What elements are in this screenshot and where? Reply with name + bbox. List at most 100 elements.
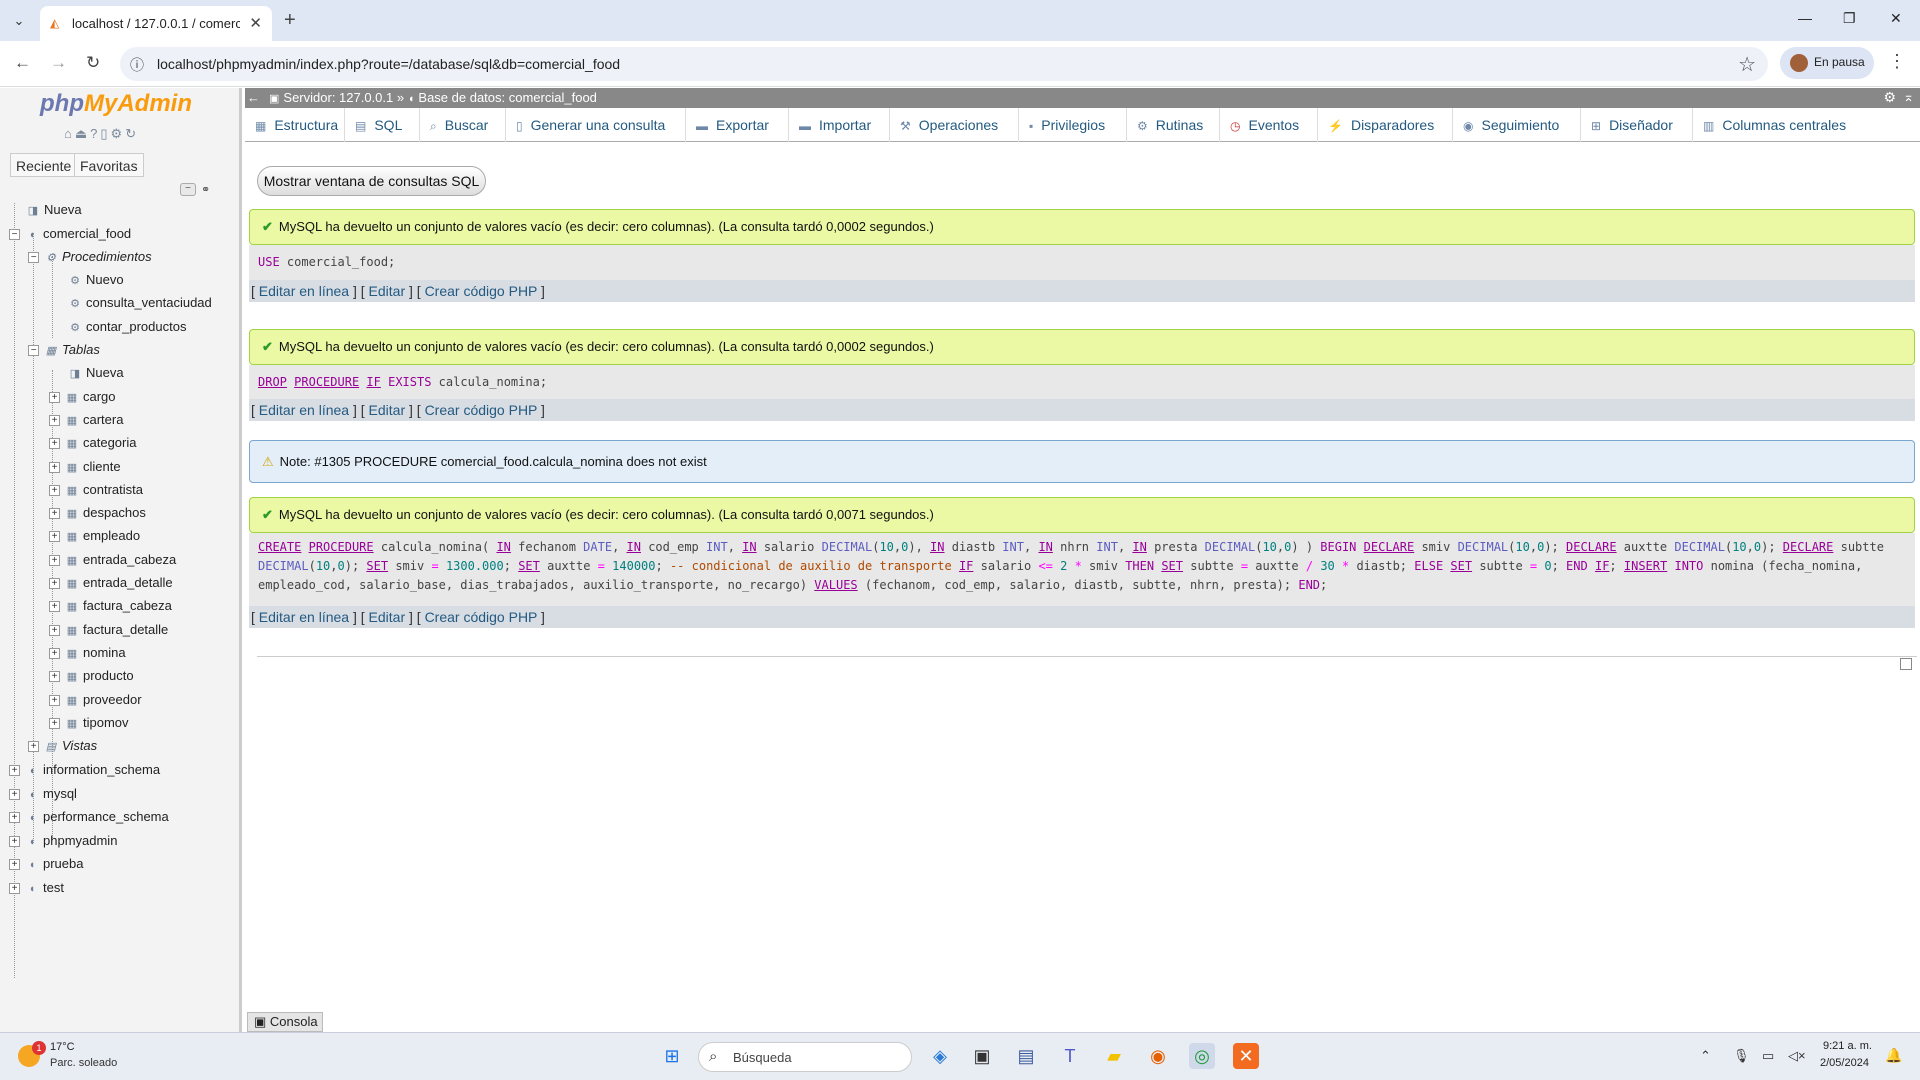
- taskbar-search[interactable]: ⌕ Búsqueda: [698, 1042, 912, 1072]
- minimize-panel-icon[interactable]: [1900, 658, 1912, 670]
- help-icon[interactable]: ?: [90, 126, 100, 141]
- chrome-icon[interactable]: ◎: [1189, 1043, 1215, 1069]
- tab-search-dropdown-icon[interactable]: ⌄: [8, 10, 30, 32]
- tree-tables[interactable]: − ▦ Tablas: [28, 339, 100, 361]
- tab-sql[interactable]: ▤ SQL: [345, 108, 420, 142]
- expand-icon[interactable]: +: [49, 531, 60, 543]
- refresh-icon[interactable]: ↻: [125, 126, 139, 141]
- expand-icon[interactable]: +: [49, 718, 60, 730]
- docs-icon[interactable]: ▯: [100, 126, 110, 141]
- home-icon[interactable]: ⌂: [64, 126, 75, 141]
- expand-icon[interactable]: +: [49, 415, 60, 427]
- breadcrumb-server[interactable]: Servidor: 127.0.0.1: [283, 90, 393, 105]
- tree-proc-consulta-ventaciudad[interactable]: ⚙ consulta_ventaciudad: [68, 292, 212, 314]
- tree-table-despachos[interactable]: + ▦ despachos: [49, 502, 146, 524]
- tree-procedures[interactable]: − ⚙ Procedimientos: [28, 246, 152, 268]
- close-tab-icon[interactable]: ✕: [249, 14, 262, 32]
- expand-icon[interactable]: +: [49, 578, 60, 590]
- expand-icon[interactable]: +: [9, 836, 20, 848]
- expand-icon[interactable]: +: [9, 883, 20, 895]
- tree-table-contratista[interactable]: + ▦ contratista: [49, 479, 143, 501]
- tree-table-categoria[interactable]: + ▦ categoria: [49, 432, 136, 454]
- expand-icon[interactable]: +: [49, 392, 60, 404]
- expand-icon[interactable]: +: [9, 859, 20, 871]
- expand-icon[interactable]: +: [49, 462, 60, 474]
- edit-inline-link[interactable]: Editar en línea: [259, 283, 349, 299]
- console-toggle[interactable]: ▣ Consola: [247, 1012, 323, 1032]
- forward-icon[interactable]: →: [50, 53, 67, 73]
- tree-table-tipomov[interactable]: + ▦ tipomov: [49, 712, 129, 734]
- profile-button[interactable]: En pausa: [1780, 47, 1874, 79]
- minimize-icon[interactable]: —: [1798, 10, 1812, 26]
- network-icon[interactable]: ▭: [1762, 1048, 1774, 1064]
- expand-icon[interactable]: +: [9, 812, 20, 824]
- tab-seguimiento[interactable]: ◉ Seguimiento: [1453, 108, 1581, 142]
- tab-disparadores[interactable]: ⚡ Disparadores: [1318, 108, 1453, 142]
- edit-inline-link[interactable]: Editar en línea: [259, 402, 349, 418]
- xampp-icon[interactable]: ✕: [1233, 1043, 1259, 1069]
- tree-db-information-schema[interactable]: + ◖ information_schema: [9, 759, 160, 781]
- site-info-icon[interactable]: ⓘ: [130, 55, 144, 75]
- tree-table-factura-cabeza[interactable]: + ▦ factura_cabeza: [49, 595, 172, 617]
- start-icon[interactable]: ⊞: [659, 1043, 685, 1069]
- settings-icon[interactable]: ⚙: [111, 126, 126, 141]
- tree-table-new[interactable]: ◨ Nueva: [68, 362, 124, 384]
- expand-icon[interactable]: +: [9, 789, 20, 801]
- create-php-link[interactable]: Crear código PHP: [425, 609, 538, 625]
- create-php-link[interactable]: Crear código PHP: [425, 283, 538, 299]
- tab-generar-consulta[interactable]: ▯ Generar una consulta: [506, 108, 686, 142]
- expand-icon[interactable]: +: [49, 648, 60, 660]
- notifications-bell-icon[interactable]: 🔔: [1885, 1047, 1902, 1064]
- tree-db-phpmyadmin[interactable]: + ◖ phpmyadmin: [9, 830, 117, 852]
- browser-menu-icon[interactable]: ⋮: [1888, 51, 1906, 72]
- expand-icon[interactable]: +: [49, 671, 60, 683]
- tree-table-empleado[interactable]: + ▦ empleado: [49, 525, 140, 547]
- tree-db-performance-schema[interactable]: + ◖ performance_schema: [9, 806, 169, 828]
- logout-icon[interactable]: ⏏: [75, 126, 90, 141]
- url-field[interactable]: ⓘ localhost/phpmyadmin/index.php?route=/…: [120, 47, 1768, 81]
- copilot-icon[interactable]: ◈: [927, 1043, 953, 1069]
- tree-db-mysql[interactable]: + ◖ mysql: [9, 783, 77, 805]
- recent-tab[interactable]: Reciente: [10, 153, 78, 177]
- reload-icon[interactable]: ↻: [86, 53, 100, 73]
- tree-new-db[interactable]: ◨ Nueva: [26, 199, 82, 221]
- expand-icon[interactable]: +: [49, 695, 60, 707]
- expand-icon[interactable]: +: [49, 625, 60, 637]
- close-window-icon[interactable]: ✕: [1890, 10, 1902, 27]
- expand-icon[interactable]: +: [49, 601, 60, 613]
- expand-icon[interactable]: +: [28, 741, 39, 753]
- new-tab-icon[interactable]: +: [284, 9, 296, 32]
- clock-time[interactable]: 9:21 a. m.: [1823, 1040, 1872, 1052]
- tree-proc-contar-productos[interactable]: ⚙ contar_productos: [68, 316, 186, 338]
- collapse-icon[interactable]: −: [28, 252, 39, 264]
- clock-date[interactable]: 2/05/2024: [1820, 1057, 1869, 1069]
- edit-inline-link[interactable]: Editar en línea: [259, 609, 349, 625]
- tree-views[interactable]: + ▤ Vistas: [28, 735, 97, 757]
- expand-icon[interactable]: +: [9, 765, 20, 777]
- tab-disenador[interactable]: ⊞ Diseñador: [1581, 108, 1693, 142]
- browser-tab[interactable]: ◭ localhost / 127.0.0.1 / comercial_food…: [40, 6, 272, 41]
- collapse-icon[interactable]: −: [28, 345, 39, 357]
- expand-icon[interactable]: +: [49, 438, 60, 450]
- back-icon[interactable]: ←: [14, 53, 31, 73]
- tab-rutinas[interactable]: ⚙ Rutinas: [1127, 108, 1220, 142]
- restore-icon[interactable]: ❐: [1843, 10, 1856, 27]
- breadcrumb-database[interactable]: Base de datos: comercial_food: [418, 90, 597, 105]
- tab-privilegios[interactable]: ▪ Privilegios: [1019, 108, 1127, 142]
- phpmyadmin-logo[interactable]: phpMyAdmin: [40, 90, 192, 118]
- edit-link[interactable]: Editar: [369, 283, 406, 299]
- tab-exportar[interactable]: ▬ Exportar: [686, 108, 789, 142]
- show-sql-window-button[interactable]: Mostrar ventana de consultas SQL: [257, 166, 486, 196]
- tree-table-entrada-detalle[interactable]: + ▦ entrada_detalle: [49, 572, 173, 594]
- teams-chat-icon[interactable]: T: [1057, 1043, 1083, 1069]
- edit-link[interactable]: Editar: [369, 609, 406, 625]
- link-with-main-icon[interactable]: ⚭: [201, 183, 210, 196]
- tree-table-entrada-cabeza[interactable]: + ▦ entrada_cabeza: [49, 549, 176, 571]
- tree-table-cliente[interactable]: + ▦ cliente: [49, 456, 121, 478]
- tree-table-producto[interactable]: + ▦ producto: [49, 665, 134, 687]
- file-explorer-icon[interactable]: ▰: [1101, 1043, 1127, 1069]
- tab-operaciones[interactable]: ⚒ Operaciones: [890, 108, 1019, 142]
- tab-buscar[interactable]: ⌕ Buscar: [420, 108, 506, 142]
- tab-columnas-centrales[interactable]: ▥ Columnas centrales: [1693, 108, 1920, 142]
- task-view-icon[interactable]: ▣: [969, 1043, 995, 1069]
